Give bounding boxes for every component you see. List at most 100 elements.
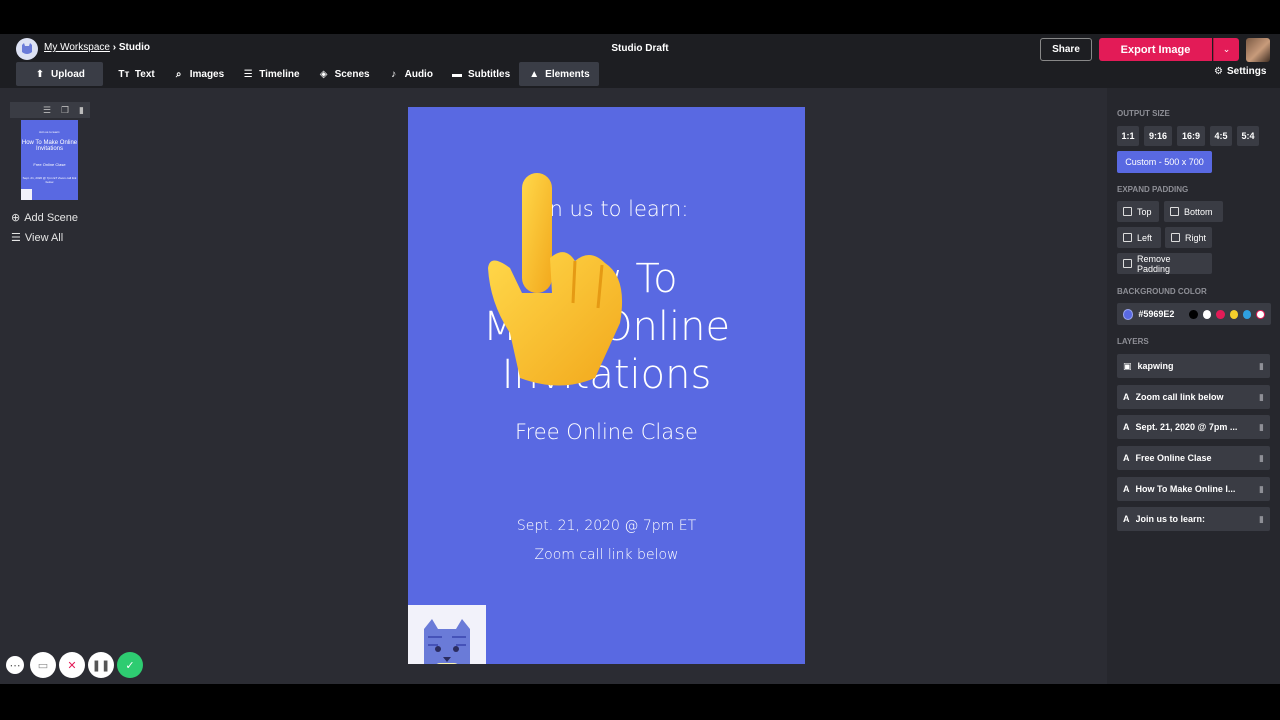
tool-label: Upload [51,68,85,80]
ratio-16-9-button[interactable]: 16:9 [1177,126,1205,146]
tool-text[interactable]: Tт Text [109,62,164,86]
add-scene-label: Add Scene [24,211,79,224]
thumb-text-how: How To Make Online Invitations [21,140,78,152]
tool-upload[interactable]: ⬆ Upload [16,62,103,86]
add-scene-button[interactable]: ⊕ Add Scene [11,211,79,225]
checkbox-icon [1123,207,1132,216]
tool-scenes[interactable]: ◈ Scenes [309,62,379,86]
background-color-picker: #5969E2 [1117,303,1271,325]
tool-label: Elements [545,68,590,80]
no-color-swatch-icon[interactable] [1256,309,1266,319]
layer-name: Zoom call link below [1135,392,1224,402]
swatch-white[interactable] [1202,309,1212,319]
kapwing-cat-logo[interactable] [408,605,486,664]
custom-size-button[interactable]: Custom - 500 x 700 [1117,151,1212,173]
padding-left-toggle[interactable]: Left [1117,227,1161,248]
canvas-text-zoom[interactable]: Zoom call link below [408,547,805,563]
checkbox-icon [1123,259,1132,268]
export-image-button[interactable]: Export Image [1099,38,1212,61]
ratio-4-5-button[interactable]: 4:5 [1210,126,1232,146]
editor-workspace: ☰ ❐ ▮ Join us to learn: How To Make Onli… [0,88,1107,684]
ratio-5-4-button[interactable]: 5:4 [1237,126,1259,146]
settings-button[interactable]: ⚙ Settings [1214,66,1266,77]
avatar[interactable] [1246,38,1270,62]
camera-toggle-icon[interactable]: ▭ [30,652,56,678]
ratio-9-16-button[interactable]: 9:16 [1144,126,1172,146]
tool-elements[interactable]: ▲ Elements [519,62,599,86]
tool-label: Subtitles [467,68,511,80]
trash-icon[interactable]: ▮ [1259,392,1264,403]
plus-circle-icon: ⊕ [11,212,21,224]
properties-sidebar: OUTPUT SIZE 1:1 9:16 16:9 4:5 5:4 Custom… [1107,88,1280,684]
breadcrumb: My Workspace › Studio [44,42,150,53]
background-color-heading: BACKGROUND COLOR [1117,287,1207,296]
trash-icon[interactable]: ▮ [79,105,84,116]
layer-item[interactable]: ▣ kapwing ▮ [1117,354,1270,378]
canvas-text-free-class[interactable]: Free Online Clase [408,420,805,444]
output-size-heading: OUTPUT SIZE [1117,109,1170,118]
view-all-button[interactable]: ☰ View All [11,231,63,245]
kapwing-logo-icon[interactable] [16,38,38,60]
padding-bottom-toggle[interactable]: Bottom [1164,201,1223,222]
tool-audio[interactable]: ♪ Audio [379,62,442,86]
layers-icon: ◈ [319,68,328,80]
breadcrumb-separator: › [112,42,117,53]
tool-images[interactable]: ⌕ Images [164,62,233,86]
layer-item[interactable]: A Join us to learn: ▮ [1117,507,1270,531]
layers-heading: LAYERS [1117,337,1149,346]
scene-thumbnail[interactable]: Join us to learn: How To Make Online Inv… [21,120,78,200]
padding-top-toggle[interactable]: Top [1117,201,1159,222]
canvas-text-date[interactable]: Sept. 21, 2020 @ 7pm ET [408,518,805,534]
menu-icon[interactable]: ☰ [43,105,51,116]
checkbox-icon [1171,233,1180,242]
trash-icon[interactable]: ▮ [1259,484,1264,495]
trash-icon[interactable]: ▮ [1259,453,1264,464]
swatch-red[interactable] [1216,309,1225,319]
padding-label: Bottom [1184,206,1213,217]
breadcrumb-workspace-link[interactable]: My Workspace [44,42,110,53]
thumb-text-join: Join us to learn: [38,130,61,134]
more-options-icon[interactable]: ⋯ [6,656,24,674]
text-layer-icon: A [1123,422,1130,432]
swatch-blue[interactable] [1243,309,1252,319]
swatch-yellow[interactable] [1229,309,1239,319]
tool-subtitles[interactable]: ▬ Subtitles [442,62,519,86]
gear-icon: ⚙ [1214,66,1223,77]
current-color-swatch[interactable] [1123,308,1134,320]
thumb-text-free: Free Online Clase [33,162,66,167]
subtitles-icon: ▬ [451,68,462,80]
ratio-1-1-button[interactable]: 1:1 [1117,126,1139,146]
chevron-down-icon: ⌄ [1222,44,1231,54]
image-icon: ▣ [1123,360,1132,371]
tool-timeline[interactable]: ☰ Timeline [233,62,308,86]
duplicate-icon[interactable]: ❐ [61,105,69,116]
scene-thumb-toolbar: ☰ ❐ ▮ [10,102,90,118]
trash-icon[interactable]: ▮ [1259,361,1264,372]
checkbox-icon [1123,233,1132,242]
background-hex-value[interactable]: #5969E2 [1138,309,1174,319]
layer-name: Free Online Clase [1135,453,1212,463]
remove-padding-toggle[interactable]: Remove Padding [1117,253,1212,274]
layer-name: How To Make Online I... [1135,484,1236,494]
shapes-icon: ▲ [529,68,540,80]
layer-name: Sept. 21, 2020 @ 7pm ... [1135,422,1238,432]
list-icon: ☰ [11,232,21,244]
trash-icon[interactable]: ▮ [1259,422,1264,433]
padding-label: Right [1184,232,1206,243]
layer-item[interactable]: A Zoom call link below ▮ [1117,385,1270,409]
tool-label: Text [134,68,155,80]
export-options-dropdown[interactable]: ⌄ [1213,38,1239,61]
padding-right-toggle[interactable]: Right [1165,227,1212,248]
trash-icon[interactable]: ▮ [1259,514,1264,525]
pause-recording-icon[interactable]: ❚❚ [88,652,114,678]
swatch-black[interactable] [1189,309,1198,319]
layer-item[interactable]: A How To Make Online I... ▮ [1117,477,1270,501]
breadcrumb-section: Studio [118,42,150,53]
layer-item[interactable]: A Free Online Clase ▮ [1117,446,1270,470]
layer-item[interactable]: A Sept. 21, 2020 @ 7pm ... ▮ [1117,415,1270,439]
share-button[interactable]: Share [1040,38,1092,61]
text-layer-icon: A [1123,514,1130,524]
finish-recording-icon[interactable]: ✓ [117,652,143,678]
cancel-recording-icon[interactable]: ✕ [59,652,85,678]
text-layer-icon: A [1123,392,1130,402]
